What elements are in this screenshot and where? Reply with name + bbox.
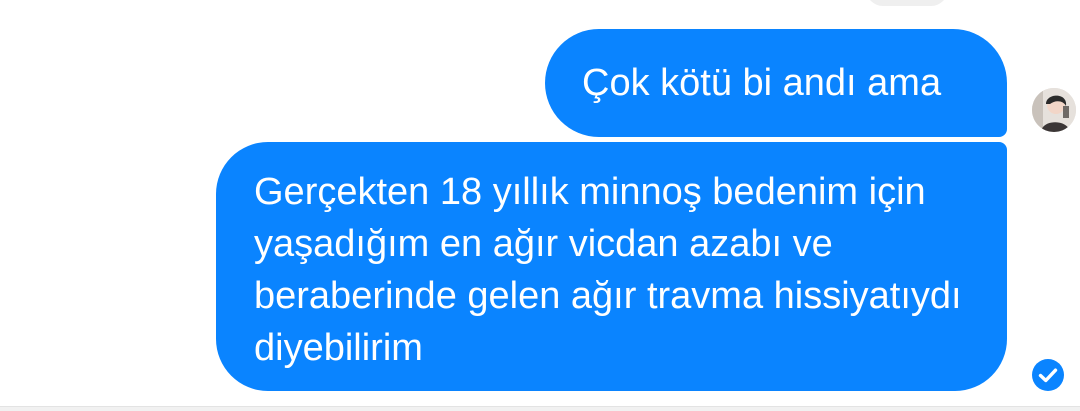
previous-message-bubble <box>866 0 948 6</box>
message-bubble[interactable]: Gerçekten 18 yıllık minnoş bedenim için … <box>216 142 1007 391</box>
message-bubble[interactable]: Çok kötü bi andı ama <box>545 29 1007 137</box>
composer-divider <box>0 406 1080 411</box>
message-text: Gerçekten 18 yıllık minnoş bedenim için … <box>254 171 962 369</box>
avatar[interactable] <box>1032 88 1076 132</box>
user-avatar-icon <box>1032 88 1076 132</box>
read-check-icon <box>1032 359 1064 391</box>
message-text: Çok kötü bi andı ama <box>582 62 942 104</box>
